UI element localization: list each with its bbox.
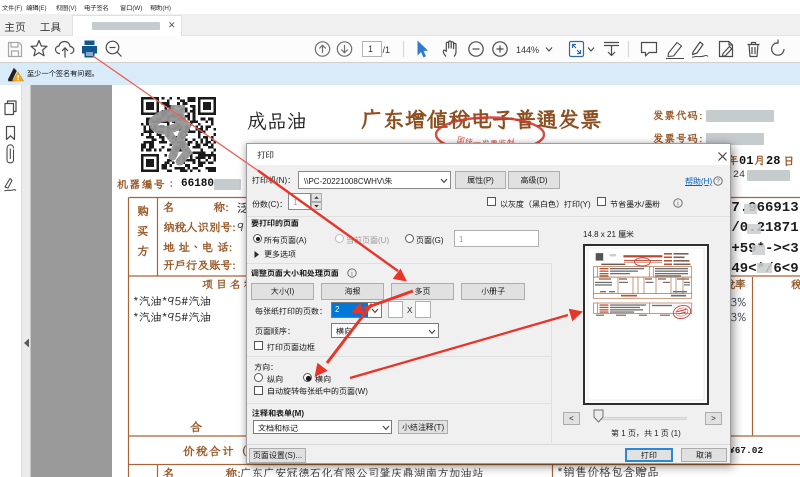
svg-text:i: i — [351, 269, 353, 277]
svg-text:?: ? — [716, 178, 720, 185]
svg-text:i: i — [677, 199, 679, 207]
